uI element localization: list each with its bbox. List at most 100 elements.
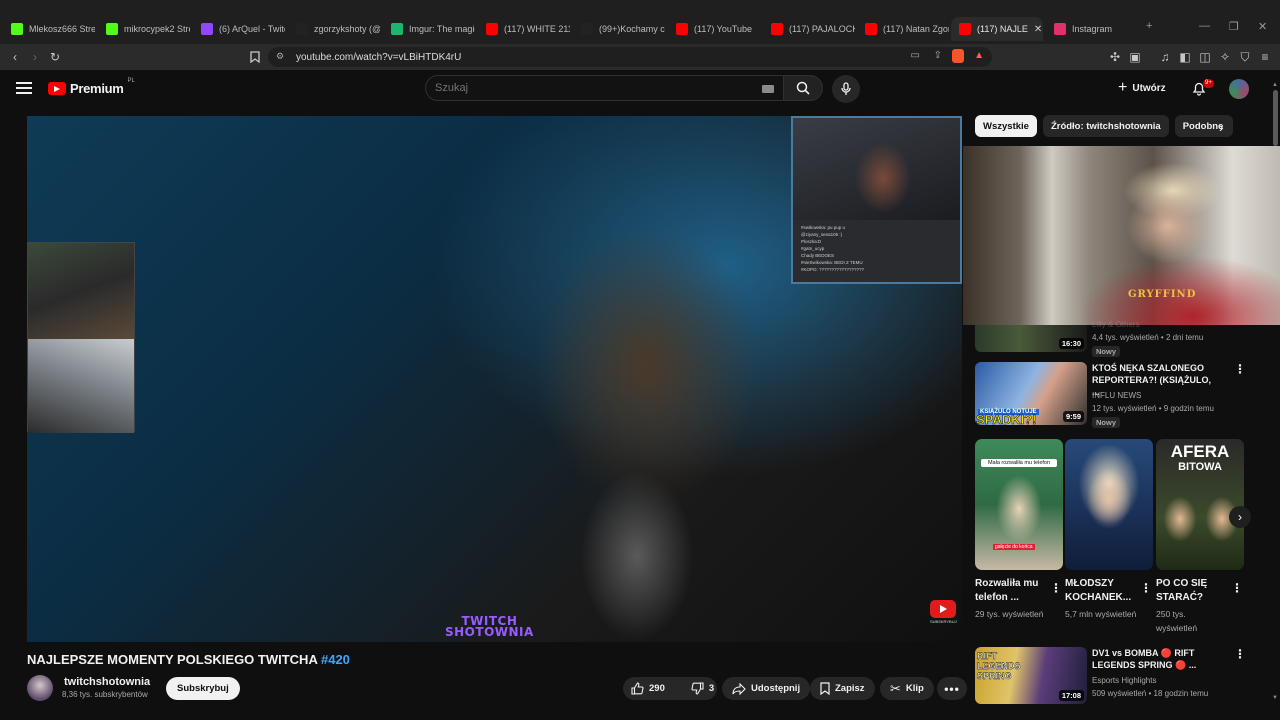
reload-icon[interactable]: ↻ xyxy=(46,48,64,66)
clip-button[interactable]: ✂ Klip xyxy=(880,677,934,700)
guide-menu-icon[interactable] xyxy=(16,82,32,94)
browser-tab[interactable]: zgorzykshoty (@ xyxy=(288,17,380,41)
channel-avatar[interactable] xyxy=(27,675,53,701)
browser-tab[interactable]: (117) PAJALOCK xyxy=(763,17,855,41)
recommendation-thumbnail[interactable]: KSIĄŻULO NOTUJE SPADKI?! 9:59 xyxy=(975,362,1087,425)
maximize-icon[interactable]: ❐ xyxy=(1229,20,1239,33)
recommendation-thumbnail[interactable]: 16:30 xyxy=(975,325,1087,352)
browser-tab[interactable]: (117) Natan Zgor xyxy=(857,17,949,41)
voice-search-button[interactable] xyxy=(832,75,860,103)
media-icon[interactable]: ♫ xyxy=(1156,48,1174,66)
video-player[interactable]: #swikowska: pu pup u @ziyany_sena105 :) Pl… xyxy=(27,116,962,642)
webcam-overlay-right: #swikowska: pu pup u @ziyany_sena105 :) Pl… xyxy=(791,116,962,284)
browser-tab-bar: Mlekosz666 Strea mikrocypek2 Stre (6) ArQu… xyxy=(0,0,1280,44)
browser-tab[interactable]: Instagram xyxy=(1046,17,1138,41)
scroll-down-icon[interactable]: ▼ xyxy=(1272,695,1278,701)
instagram-icon xyxy=(1054,23,1066,35)
notification-count-badge: 9+ xyxy=(1203,79,1214,88)
chips-next-icon[interactable]: › xyxy=(1219,119,1224,135)
install-icon[interactable]: ▭ xyxy=(911,50,920,61)
more-vertical-icon[interactable]: ⋮ xyxy=(1140,581,1152,595)
short-thumbnail[interactable] xyxy=(1065,439,1153,570)
forward-icon[interactable]: › xyxy=(26,48,44,66)
subscribe-watermark[interactable]: SUBSKRYBUJ xyxy=(930,600,957,626)
sidebar-icon[interactable]: ◧ xyxy=(1176,48,1194,66)
more-vertical-icon[interactable]: ⋮ xyxy=(1234,648,1246,660)
wallet-icon[interactable]: ▣ xyxy=(1126,48,1144,66)
search-button[interactable] xyxy=(783,75,823,101)
short-item[interactable]: AFERA BITOWA PO CO SIĘ STARAĆ? 250 tys. … xyxy=(1156,439,1244,635)
recommendation-channel[interactable]: Esports Highlights xyxy=(1092,676,1156,685)
video-hashtag[interactable]: #420 xyxy=(321,652,350,667)
short-title[interactable]: Rozwaliła mu telefon ... xyxy=(975,577,1047,605)
channel-watermark: TWITCH SHOTOWNIA xyxy=(445,615,534,638)
browser-tab[interactable]: (6) ArQuel - Twitc xyxy=(193,17,285,41)
more-vertical-icon[interactable]: ⋮ xyxy=(1231,581,1243,595)
share-button[interactable]: Udostępnij xyxy=(722,677,811,700)
minimize-icon[interactable]: — xyxy=(1199,20,1210,32)
recommendation-thumbnail[interactable]: RIFT LEGENDS SPRING 17:08 xyxy=(975,647,1087,704)
recommendation-title[interactable]: DV1 vs BOMBA 🔴 RIFT LEGENDS SPRING 🔴 ... xyxy=(1092,647,1220,671)
short-views: 250 tys. wyświetleń xyxy=(1156,609,1198,633)
close-window-icon[interactable]: ✕ xyxy=(1258,20,1267,33)
channel-name[interactable]: twitchshotownia xyxy=(64,676,150,688)
chat-line: #gatn_ucyp xyxy=(801,246,825,251)
dislike-button[interactable]: 3 xyxy=(683,677,722,700)
recommendation-item[interactable]: KSIĄŻULO NOTUJE SPADKI?! 9:59 KTOŚ NĘKA … xyxy=(975,362,1246,430)
menu-icon[interactable]: ≡ xyxy=(1256,48,1274,66)
close-tab-icon[interactable]: ✕ xyxy=(1034,24,1042,35)
short-views: 29 tys. wyświetleń xyxy=(975,609,1044,619)
youtube-logo[interactable]: Premium PL xyxy=(48,78,135,96)
more-vertical-icon[interactable]: ⋮ xyxy=(1050,581,1062,595)
browser-tab[interactable]: (117) NAJLE ✕ xyxy=(951,17,1043,41)
bookmark-icon[interactable] xyxy=(246,48,264,66)
browser-tab[interactable]: mikrocypek2 Stre xyxy=(98,17,190,41)
brave-rewards-icon[interactable]: ▲ xyxy=(974,50,984,61)
save-button[interactable]: Zapisz xyxy=(810,677,875,700)
scrollbar-thumb[interactable] xyxy=(1273,90,1278,146)
short-item[interactable]: MŁODSZY KOCHANEK... 5,7 mln wyświetleń ⋮ xyxy=(1065,439,1153,621)
recommendation-item[interactable]: RIFT LEGENDS SPRING 17:08 DV1 vs BOMBA 🔴… xyxy=(975,647,1246,705)
subscribe-button[interactable]: Subskrybuj xyxy=(166,677,240,700)
shorts-next-icon[interactable]: › xyxy=(1229,506,1251,528)
short-thumbnail[interactable]: AFERA BITOWA xyxy=(1156,439,1244,570)
browser-tab[interactable]: (117) YouTube xyxy=(668,17,760,41)
search-box[interactable] xyxy=(425,75,785,101)
filter-chip[interactable]: Podobne xyxy=(1174,115,1233,137)
tab-title: (6) ArQuel - Twitc xyxy=(219,24,285,34)
recommendation-item[interactable]: 16:30 Lilly & Others 4,4 tys. wyświetleń… xyxy=(975,320,1245,361)
browser-tab[interactable]: (99+)Kochamy ci xyxy=(573,17,665,41)
more-actions-button[interactable]: ••• xyxy=(937,677,967,700)
recommendation-channel[interactable]: Lilly & Others xyxy=(1092,320,1140,329)
new-tab-button[interactable]: + xyxy=(1146,20,1152,32)
create-button[interactable]: + Utwórz xyxy=(1118,78,1166,98)
scroll-up-icon[interactable]: ▲ xyxy=(1272,82,1278,88)
youtube-play-icon xyxy=(48,82,66,95)
wallet2-icon[interactable]: ◫ xyxy=(1196,48,1214,66)
short-title[interactable]: PO CO SIĘ STARAĆ? xyxy=(1156,577,1228,605)
extensions-icon[interactable]: ✣ xyxy=(1106,48,1124,66)
vpn-icon[interactable]: ⛉ xyxy=(1236,48,1254,66)
address-bar[interactable]: ⚙ youtube.com/watch?v=vLBiHTDK4rU ▭ ⇪ ▲ xyxy=(268,47,992,67)
browser-tab[interactable]: (117) WHITE 211! xyxy=(478,17,570,41)
tiktok-icon xyxy=(296,23,308,35)
more-vertical-icon[interactable]: ⋮ xyxy=(1234,363,1246,375)
webcam-feed-bottom xyxy=(28,339,134,433)
account-avatar[interactable] xyxy=(1229,79,1249,99)
keyboard-icon[interactable] xyxy=(762,85,774,93)
leo-icon[interactable]: ✧ xyxy=(1216,48,1234,66)
like-button[interactable]: 290 xyxy=(623,677,673,700)
brave-shield-icon[interactable] xyxy=(952,49,964,63)
short-title[interactable]: MŁODSZY KOCHANEK... xyxy=(1065,577,1137,605)
search-input[interactable] xyxy=(435,82,735,94)
filter-chip[interactable]: Źródło: twitchshotownia xyxy=(1042,115,1169,137)
share-icon[interactable]: ⇪ xyxy=(934,50,942,61)
site-info-icon[interactable]: ⚙ xyxy=(276,51,284,62)
short-item[interactable]: Mała rozwaliła mu telefon gałęzie do koń… xyxy=(975,439,1063,621)
browser-tab[interactable]: Imgur: The magic xyxy=(383,17,475,41)
back-icon[interactable]: ‹ xyxy=(6,48,24,66)
browser-tab[interactable]: Mlekosz666 Strea xyxy=(3,17,95,41)
filter-chip[interactable]: Wszystkie xyxy=(975,115,1037,137)
short-thumbnail[interactable]: Mała rozwaliła mu telefon gałęzie do koń… xyxy=(975,439,1063,570)
recommendation-channel[interactable]: INFLU NEWS xyxy=(1092,391,1141,400)
